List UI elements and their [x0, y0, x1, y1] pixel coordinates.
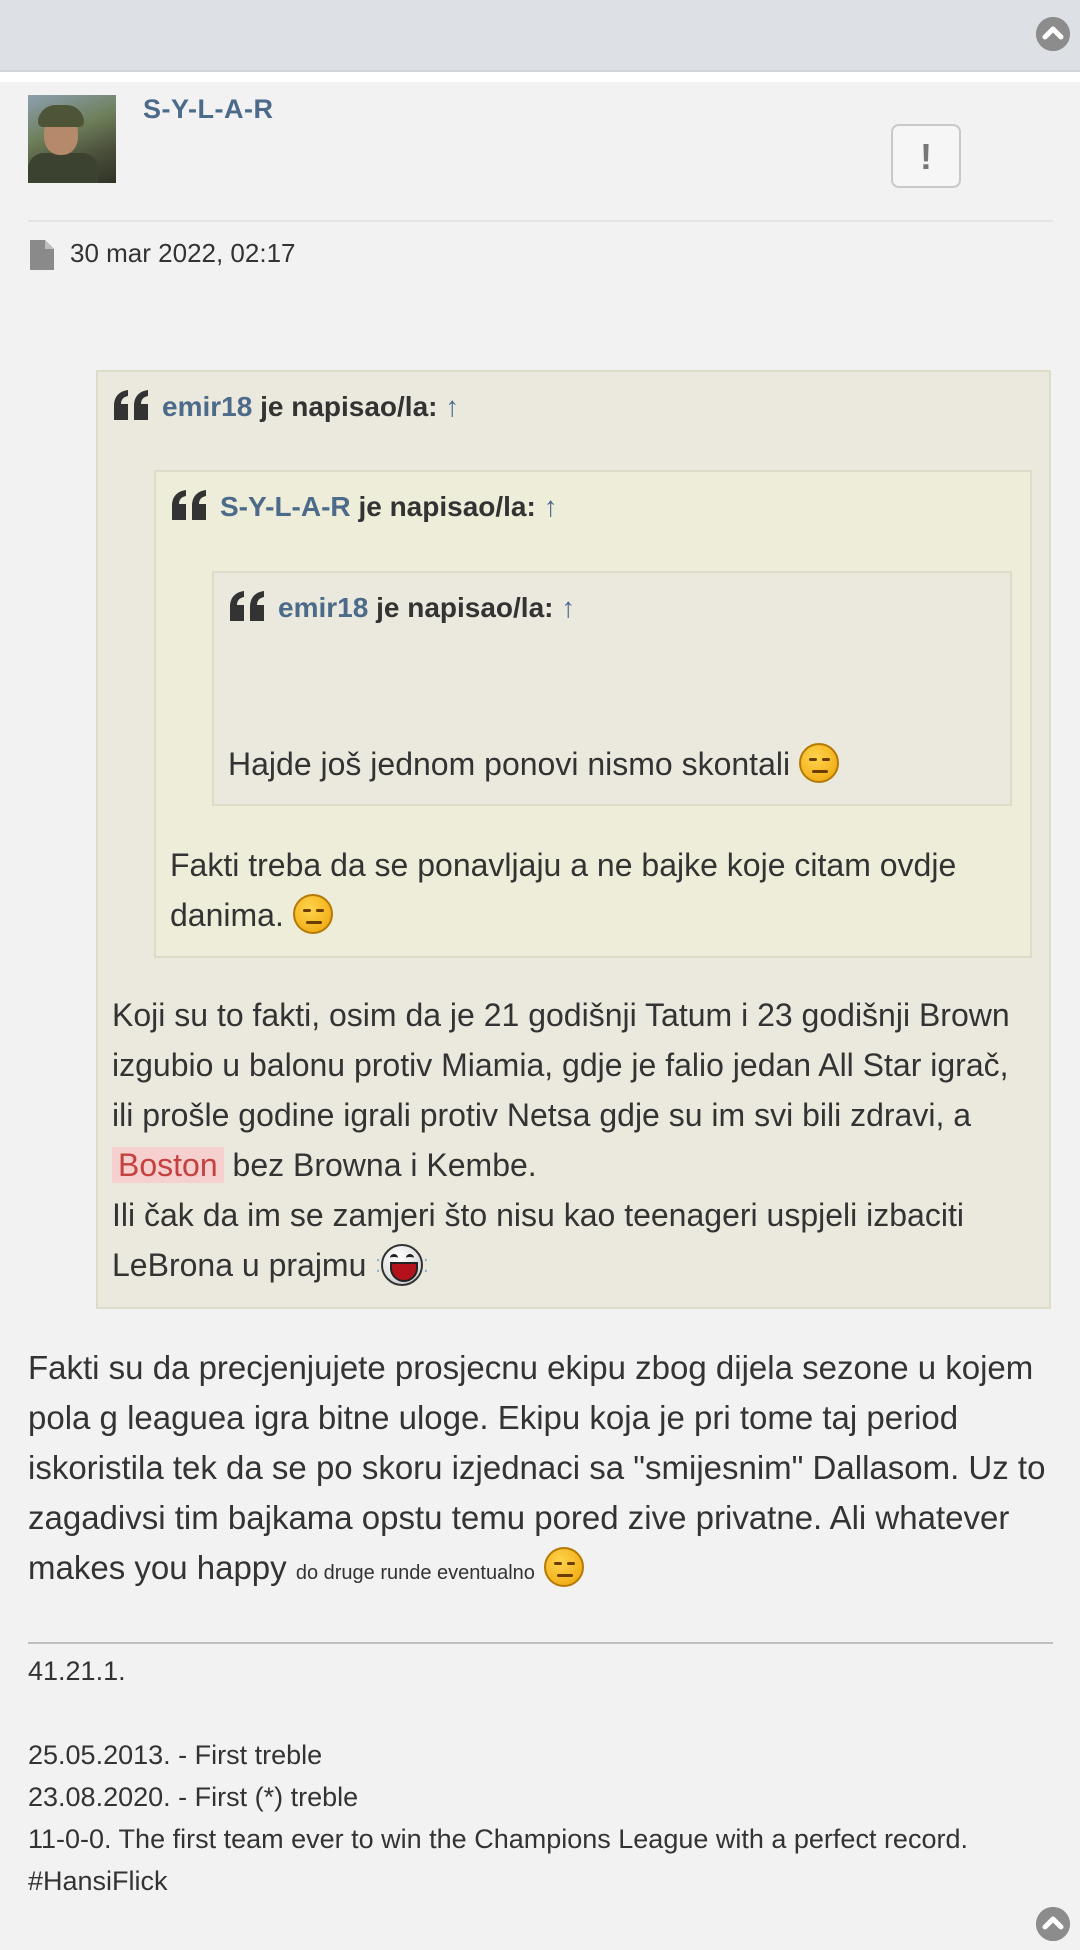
quote-text-part: Ili čak da im se zamjeri što nisu kao te… [112, 1197, 964, 1283]
quote-jump-link[interactable]: ↑ [544, 491, 558, 522]
signature-divider [28, 1642, 1053, 1644]
quote-jump-link[interactable]: ↑ [445, 391, 459, 422]
quote-wrote-label: je napisao/la: [260, 391, 438, 422]
quote-text: Hajde još jednom ponovi nismo skontali [228, 739, 998, 789]
quote-header: emir18 je napisao/la: ↑ [112, 390, 459, 423]
post-body: Fakti su da precjenjujete prosjecnu ekip… [28, 1343, 1058, 1598]
scroll-top-icon[interactable] [1036, 17, 1070, 51]
signature-line: 11-0-0. The first team ever to win the C… [28, 1824, 968, 1896]
quote-author-link[interactable]: emir18 [162, 391, 252, 422]
quote-text-part: bez Browna i Kembe. [232, 1147, 537, 1183]
annoyed-face-icon [544, 1547, 585, 1587]
quote-text-part: Koji su to fakti, osim da je 21 godišnji… [112, 997, 1010, 1133]
quote-text: Fakti treba da se ponavljaju a ne bajke … [170, 840, 1015, 940]
highlighted-term: Boston [112, 1147, 224, 1183]
quote-wrote-label: je napisao/la: [358, 491, 536, 522]
laughing-face-icon [381, 1244, 423, 1286]
file-icon [30, 240, 54, 270]
signature-line: 23.08.2020. - First (*) treble [28, 1782, 359, 1812]
avatar[interactable] [28, 95, 116, 183]
quote-text: Koji su to fakti, osim da je 21 godišnji… [112, 990, 1032, 1291]
scroll-top-icon[interactable] [1036, 1907, 1070, 1941]
quote-icon [114, 390, 148, 420]
post-body-text: Fakti su da precjenjujete prosjecnu ekip… [28, 1349, 1046, 1586]
quote-icon [230, 591, 264, 621]
signature-line: 25.05.2013. - First treble [28, 1740, 323, 1770]
quote-block-inner: emir18 je napisao/la: ↑ Hajde još jednom… [212, 571, 1012, 806]
quote-author-link[interactable]: emir18 [278, 592, 368, 623]
quote-header: emir18 je napisao/la: ↑ [228, 591, 575, 624]
signature: 41.21.1. 25.05.2013. - First treble 23.0… [28, 1650, 1048, 1902]
top-bar [0, 0, 1080, 72]
quote-jump-link[interactable]: ↑ [561, 592, 575, 623]
quote-wrote-label: je napisao/la: [376, 592, 554, 623]
report-button[interactable]: ! [891, 124, 961, 188]
quote-icon [172, 490, 206, 520]
post-body-small-text: do druge runde eventualno [295, 1562, 535, 1584]
quote-text-part: Hajde još jednom ponovi nismo skontali [228, 746, 791, 782]
post-author-link[interactable]: S-Y-L-A-R [143, 94, 273, 125]
quote-author-link[interactable]: S-Y-L-A-R [220, 491, 351, 522]
annoyed-face-icon [798, 743, 839, 783]
post-date: 30 mar 2022, 02:17 [70, 238, 296, 268]
top-bar-divider [0, 72, 1080, 82]
tear-decoration: ⁚ [423, 1256, 429, 1276]
signature-line: 41.21.1. [28, 1656, 126, 1686]
quote-header: S-Y-L-A-R je napisao/la: ↑ [170, 490, 558, 523]
header-divider [28, 220, 1053, 222]
annoyed-face-icon [292, 894, 333, 934]
quote-text-part: Fakti treba da se ponavljaju a ne bajke … [170, 847, 957, 933]
